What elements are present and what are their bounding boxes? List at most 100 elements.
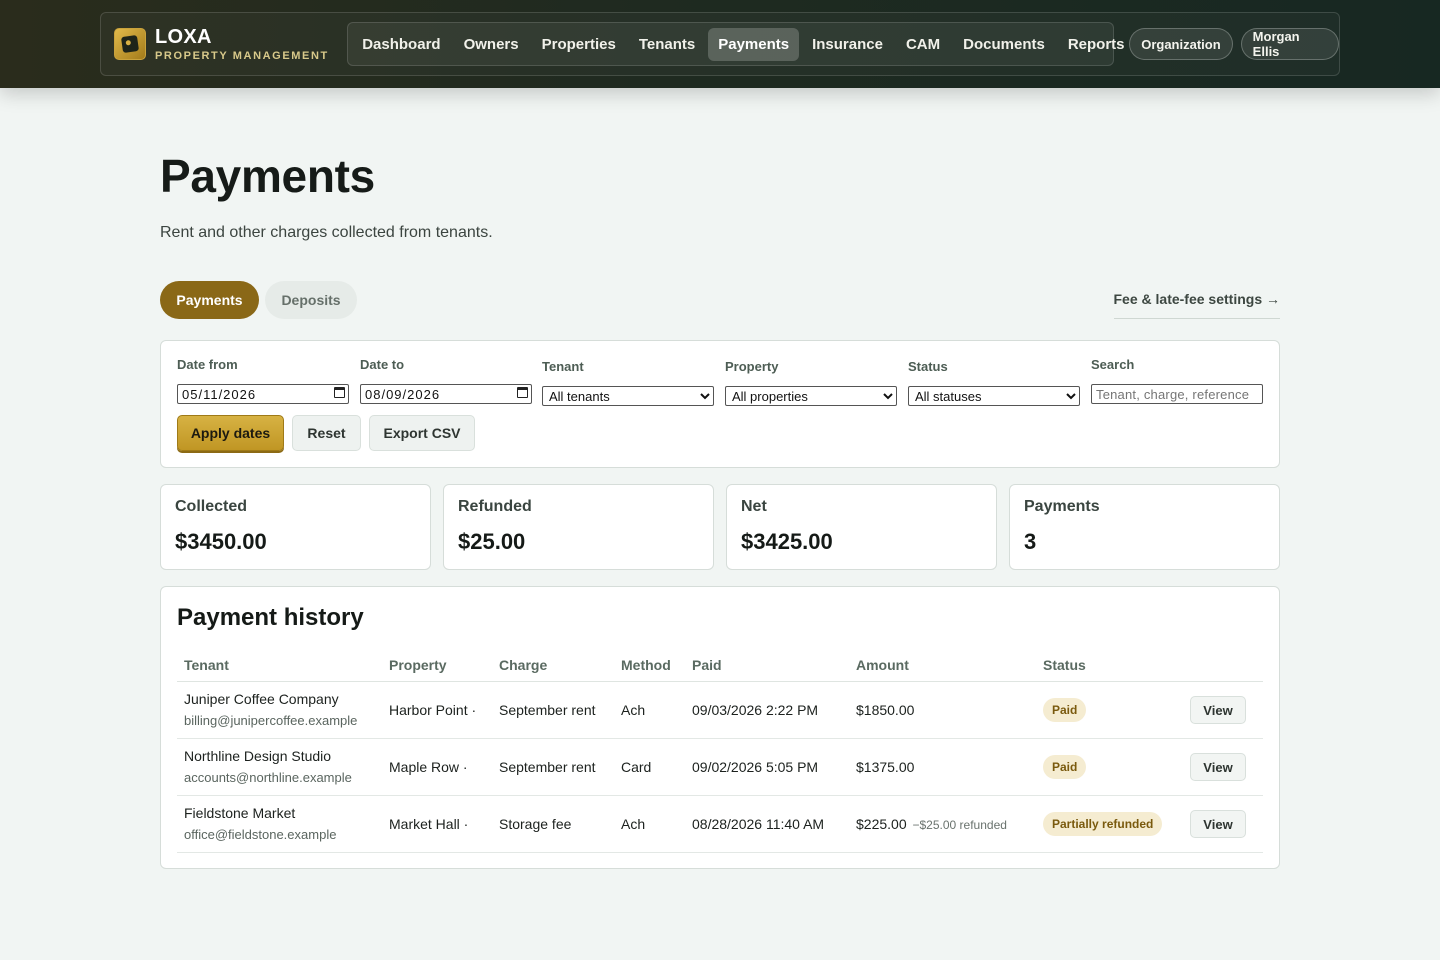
status-badge: Paid	[1043, 754, 1087, 779]
stat-card-net: Net $3425.00	[726, 484, 997, 570]
amount-value: $225.00	[856, 815, 907, 832]
refund-note: −$25.00 refunded	[912, 817, 1007, 832]
action-cell: View	[1183, 795, 1263, 853]
stat-card-payments: Payments 3	[1009, 484, 1280, 570]
stat-value: 3	[1024, 529, 1037, 554]
loxa-logo-icon	[114, 28, 146, 60]
nav-item-cam[interactable]: CAM	[896, 28, 950, 61]
search-label: Search	[1091, 357, 1135, 372]
stat-label: Refunded	[458, 498, 532, 515]
payment-history-table: Tenant Property Charge Method Paid Amoun…	[177, 649, 1263, 853]
view-button[interactable]: View	[1190, 695, 1246, 724]
apply-dates-button[interactable]: Apply dates	[177, 415, 284, 451]
nav-item-tenants[interactable]: Tenants	[629, 28, 705, 61]
tab-deposits[interactable]: Deposits	[265, 281, 357, 319]
paid-cell: 08/28/2026 11:40 AM	[685, 795, 849, 853]
amount-value: $1850.00	[856, 701, 915, 718]
status-select[interactable]: All statuses	[908, 386, 1080, 406]
date-to-field: Date to	[360, 357, 532, 404]
paid-cell: 09/02/2026 5:05 PM	[685, 738, 849, 796]
status-cell: Paid	[1036, 738, 1183, 796]
stat-value: $3425.00	[741, 529, 833, 554]
main-nav: Dashboard Owners Properties Tenants Paym…	[347, 22, 1125, 66]
nav-item-insurance[interactable]: Insurance	[802, 28, 893, 61]
view-button[interactable]: View	[1190, 809, 1246, 838]
status-filter-field: Status All statuses	[908, 357, 1080, 406]
amount-cell: $1375.00	[849, 738, 1036, 796]
status-filter-label: Status	[908, 359, 948, 374]
column-header-status[interactable]: Status	[1036, 649, 1183, 682]
stat-card-collected: Collected $3450.00	[160, 484, 431, 570]
column-header-charge[interactable]: Charge	[492, 649, 614, 682]
tenant-cell: Fieldstone Market office@fieldstone.exam…	[177, 795, 382, 853]
charge-cell: September rent	[492, 738, 614, 796]
fee-settings-link[interactable]: Fee & late-fee settings →	[1113, 291, 1280, 319]
tenant-name: Fieldstone Market	[184, 805, 296, 821]
tenant-email: billing@junipercoffee.example	[184, 713, 358, 728]
method-cell: Ach	[614, 681, 685, 739]
stat-card-refunded: Refunded $25.00	[443, 484, 714, 570]
table-row: Juniper Coffee Company billing@juniperco…	[177, 681, 1263, 739]
property-select[interactable]: All properties	[725, 386, 897, 406]
stat-label: Collected	[175, 498, 248, 515]
nav-item-owners[interactable]: Owners	[454, 28, 529, 61]
property-cell: Harbor Point ·	[382, 681, 492, 739]
status-badge: Partially refunded	[1043, 811, 1163, 836]
property-cell: Maple Row ·	[382, 738, 492, 796]
date-from-label: Date from	[177, 357, 238, 372]
payment-history-panel: Payment history Tenant Property Charge M…	[160, 586, 1280, 869]
brand-name: LOXA	[155, 25, 212, 48]
filter-panel: Date from Date to Tenant All tenants Pro…	[160, 340, 1280, 468]
table-header-row: Tenant Property Charge Method Paid Amoun…	[177, 649, 1263, 682]
tenant-cell: Northline Design Studio accounts@northli…	[177, 738, 382, 796]
page-title: Payments	[160, 150, 375, 202]
column-header-method[interactable]: Method	[614, 649, 685, 682]
nav-item-documents[interactable]: Documents	[953, 28, 1055, 61]
reset-button[interactable]: Reset	[292, 415, 361, 451]
nav-item-reports[interactable]: Reports	[1058, 28, 1135, 61]
charge-cell: Storage fee	[492, 795, 614, 853]
tenant-filter-label: Tenant	[542, 359, 584, 374]
export-csv-button[interactable]: Export CSV	[369, 415, 475, 451]
view-button[interactable]: View	[1190, 752, 1246, 781]
organization-button[interactable]: Organization	[1129, 28, 1233, 60]
nav-item-properties[interactable]: Properties	[532, 28, 626, 61]
nav-item-payments[interactable]: Payments	[708, 27, 800, 61]
status-cell: Partially refunded	[1036, 795, 1183, 853]
stat-value: $25.00	[458, 529, 526, 554]
summary-stats: Collected $3450.00 Refunded $25.00 Net $…	[160, 484, 1280, 570]
brand[interactable]: LOXA PROPERTY MANAGEMENT	[114, 27, 333, 62]
stat-label: Net	[741, 498, 767, 515]
amount-cell: $1850.00	[849, 681, 1036, 739]
tenant-select[interactable]: All tenants	[542, 386, 714, 406]
charge-cell: September rent	[492, 681, 614, 739]
column-header-property[interactable]: Property	[382, 649, 492, 682]
status-cell: Paid	[1036, 681, 1183, 739]
amount-value: $1375.00	[856, 758, 915, 775]
tenant-email: office@fieldstone.example	[184, 827, 337, 842]
column-header-tenant[interactable]: Tenant	[177, 649, 382, 682]
property-filter-field: Property All properties	[725, 357, 897, 406]
main-content: Payments Rent and other charges collecte…	[160, 88, 1280, 869]
date-from-input[interactable]	[177, 384, 349, 404]
action-cell: View	[1183, 738, 1263, 796]
column-header-actions	[1183, 649, 1263, 682]
column-header-paid[interactable]: Paid	[685, 649, 849, 682]
nav-item-dashboard[interactable]: Dashboard	[352, 28, 450, 61]
search-input[interactable]	[1091, 384, 1263, 404]
column-header-amount[interactable]: Amount	[849, 649, 1036, 682]
date-to-label: Date to	[360, 357, 405, 372]
date-to-input[interactable]	[360, 384, 532, 404]
property-filter-label: Property	[725, 359, 779, 374]
search-field: Search	[1091, 357, 1263, 404]
date-from-field: Date from	[177, 357, 349, 404]
action-cell: View	[1183, 681, 1263, 739]
payment-tabs: Payments Deposits Fee & late-fee setting…	[160, 281, 1280, 319]
brand-subtitle: PROPERTY MANAGEMENT	[155, 49, 329, 62]
tab-payments[interactable]: Payments	[160, 281, 259, 319]
table-row: Northline Design Studio accounts@northli…	[177, 738, 1263, 796]
tenant-name: Northline Design Studio	[184, 748, 332, 764]
user-menu-button[interactable]: Morgan Ellis	[1240, 28, 1339, 60]
stat-value: $3450.00	[175, 529, 267, 554]
tenant-email: accounts@northline.example	[184, 770, 352, 785]
